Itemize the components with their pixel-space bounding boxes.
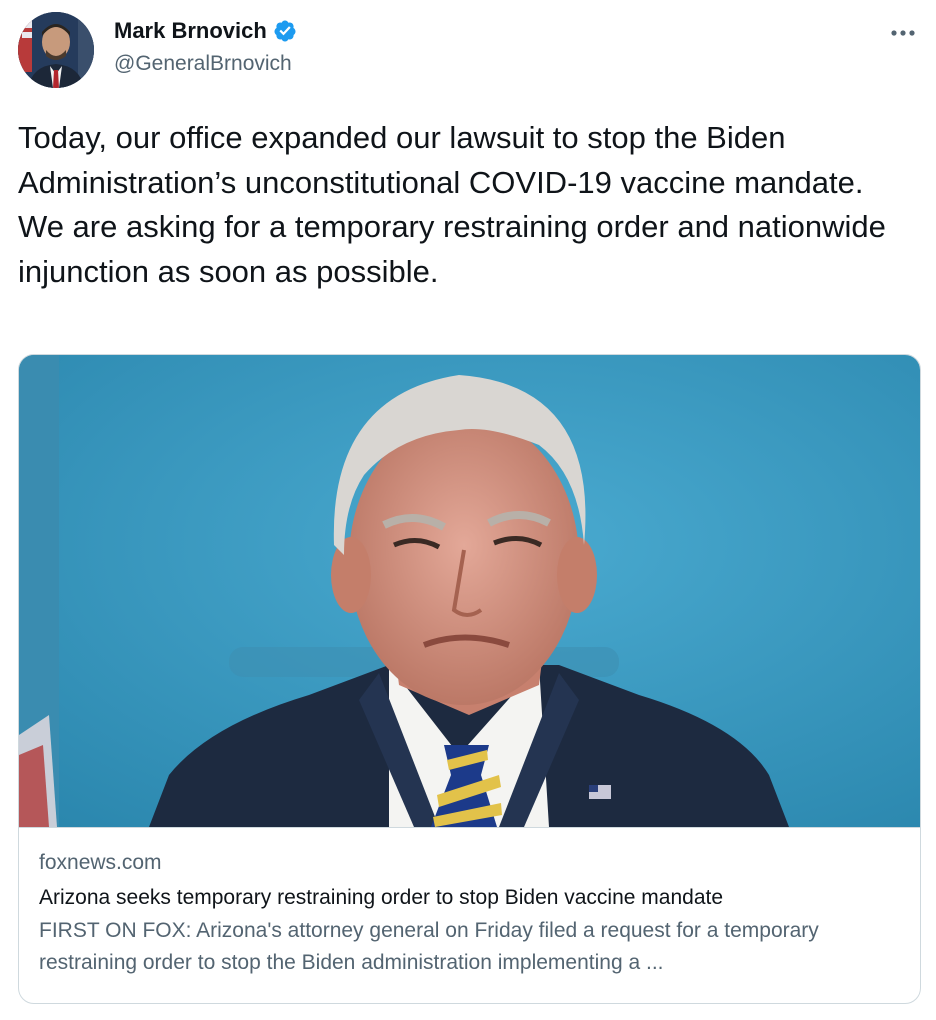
link-card[interactable]: foxnews.com Arizona seeks temporary rest… <box>18 354 921 1004</box>
verified-badge-icon <box>274 20 296 42</box>
card-description: FIRST ON FOX: Arizona's attorney general… <box>39 919 819 974</box>
article-photo <box>19 355 920 828</box>
tweet-text: Today, our office expanded our lawsuit t… <box>18 120 886 289</box>
handle[interactable]: @GeneralBrnovich <box>114 52 292 76</box>
card-domain: foxnews.com <box>39 851 162 874</box>
card-title[interactable]: Arizona seeks temporary restraining orde… <box>39 883 899 913</box>
profile-photo <box>18 12 94 88</box>
avatar[interactable] <box>18 12 94 88</box>
name-row: Mark Brnovich <box>114 18 297 44</box>
card-meta: foxnews.com Arizona seeks temporary rest… <box>39 849 899 979</box>
more-options-button[interactable] <box>888 18 918 48</box>
more-horizontal-icon <box>891 30 915 36</box>
tweet-header: Mark Brnovich @GeneralBrnovich <box>18 12 918 92</box>
display-name[interactable]: Mark Brnovich <box>114 18 267 44</box>
